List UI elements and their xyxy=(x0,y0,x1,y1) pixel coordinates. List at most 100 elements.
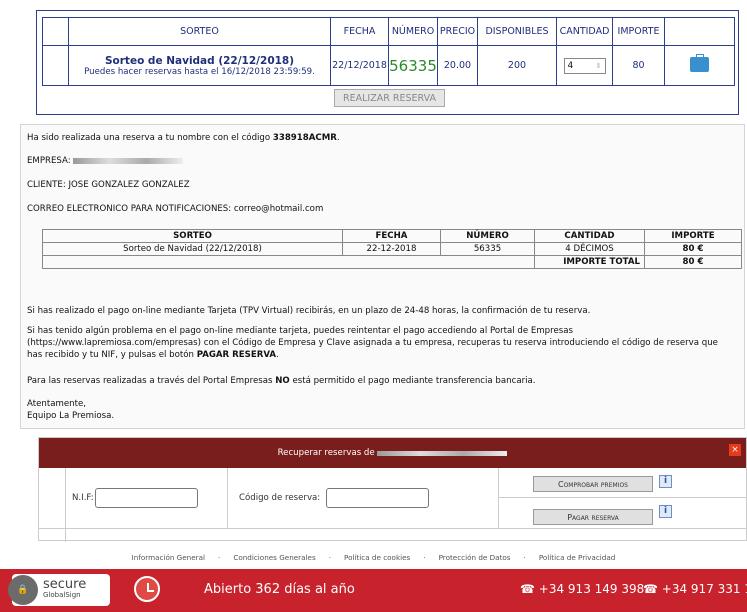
col-disponibles: DISPONIBLES xyxy=(477,17,557,46)
sign-line-2: Equipo La Premiosa. xyxy=(27,411,115,421)
phone-icon: ☎ xyxy=(643,582,658,596)
footer-link-condiciones[interactable]: Condiciones Generales xyxy=(233,553,315,562)
action-cell xyxy=(664,45,735,86)
empresa-line: EMPRESA: xyxy=(27,155,184,167)
close-icon[interactable]: × xyxy=(729,444,741,456)
cantidad-cell: 4 ⇕ xyxy=(556,45,613,86)
conf-cantidad: 4 DÉCIMOS xyxy=(534,242,645,256)
briefcase-icon[interactable] xyxy=(690,53,709,72)
sorteo-title: Sorteo de Navidad (22/12/2018) xyxy=(104,54,295,67)
confirmation-prefix: Ha sido realizada una reserva a tu nombr… xyxy=(27,133,271,143)
col-importe: IMPORTE xyxy=(612,17,665,46)
recover-panel: Recuperar reservas de × N.I.F: Código de… xyxy=(38,437,747,542)
redacted-company xyxy=(377,450,508,456)
recover-header: Recuperar reservas de × xyxy=(39,438,746,468)
conf-importe: 80 € xyxy=(644,242,742,256)
footer-link-privacidad[interactable]: Política de Privacidad xyxy=(539,553,616,562)
info-icon[interactable]: i xyxy=(659,475,672,488)
sorteo-deadline: Puedes hacer reservas hasta el 16/12/201… xyxy=(84,66,315,77)
phone-icon: ☎ xyxy=(520,582,535,596)
open-days-text: Abierto 362 días al año xyxy=(204,582,355,597)
phone-2[interactable]: ☎ +34 917 331 12 xyxy=(643,582,747,596)
secure-sub: GlobalSign xyxy=(43,591,81,599)
realizar-reserva-button[interactable]: REALIZAR RESERVA xyxy=(334,89,445,107)
pagar-reserva-bold: PAGAR RESERVA xyxy=(196,350,277,360)
pagar-reserva-button[interactable]: Pagar reserva xyxy=(533,509,653,525)
col-sorteo: SORTEO xyxy=(68,17,331,46)
lock-icon: 🔒 xyxy=(8,575,38,605)
conf-fecha: 22-12-2018 xyxy=(342,242,441,256)
conf-col-sorteo: SORTEO xyxy=(42,229,343,243)
footer-separator: · xyxy=(218,552,221,562)
divider xyxy=(498,497,747,498)
para3-bold: NO xyxy=(275,376,290,386)
info-paragraph-2a: Si has tenido algún problema en el pago … xyxy=(27,326,573,336)
conf-col-numero: NÚMERO xyxy=(440,229,535,243)
secure-text: secure xyxy=(43,577,87,592)
clock-icon xyxy=(134,576,160,602)
conf-col-cantidad: CANTIDAD xyxy=(534,229,645,243)
confirmation-row: Sorteo de Navidad (22/12/2018) 22-12-201… xyxy=(42,242,742,256)
col-numero: NÚMERO xyxy=(388,17,438,46)
divider xyxy=(227,468,228,528)
total-value: 80 € xyxy=(644,255,742,269)
col-fecha: FECHA xyxy=(330,17,389,46)
col-cantidad: CANTIDAD xyxy=(556,17,613,46)
phone-2-number: +34 917 331 12 xyxy=(661,582,747,596)
secure-badge: 🔒 secure GlobalSign xyxy=(8,574,110,606)
conf-col-fecha: FECHA xyxy=(342,229,441,243)
footer-separator: · xyxy=(423,552,426,562)
info-paragraph-1: Si has realizado el pago on-line mediant… xyxy=(27,306,591,316)
col-precio: PRECIO xyxy=(437,17,478,46)
nif-input[interactable] xyxy=(95,488,198,508)
footer-link-proteccion[interactable]: Protección de Datos xyxy=(439,553,511,562)
footer-link-cookies[interactable]: Política de cookies xyxy=(344,553,410,562)
reservation-header-row: SORTEO FECHA NÚMERO PRECIO DISPONIBLES C… xyxy=(42,17,735,46)
phone-1[interactable]: ☎ +34 913 149 398 xyxy=(520,582,644,596)
footer-links: Información General · Condiciones Genera… xyxy=(0,549,747,565)
codigo-reserva-input[interactable] xyxy=(326,488,429,508)
fecha-cell: 22/12/2018 xyxy=(330,45,389,86)
divider xyxy=(498,468,499,528)
quantity-value: 4 xyxy=(567,60,574,71)
footer-separator: · xyxy=(523,552,526,562)
redacted-empresa xyxy=(73,157,184,164)
phone-1-number: +34 913 149 398 xyxy=(538,582,645,596)
info-paragraph-3: Para las reservas realizadas a través de… xyxy=(27,375,536,387)
importe-cell: 80 xyxy=(612,45,665,86)
comprobar-premios-button[interactable]: Comprobar premios xyxy=(533,476,653,492)
info-paragraph-2c: has recibido y tu NIF, y pulsas el botón… xyxy=(27,350,279,360)
reservation-table: SORTEO FECHA NÚMERO PRECIO DISPONIBLES C… xyxy=(42,17,735,86)
total-label: IMPORTE TOTAL xyxy=(534,255,645,269)
total-spacer xyxy=(42,255,535,269)
precio-cell: 20.00 xyxy=(437,45,478,86)
footer-bar: 🔒 secure GlobalSign Abierto 362 días al … xyxy=(0,569,747,612)
quantity-stepper[interactable]: 4 ⇕ xyxy=(563,57,606,74)
sorteo-cell: Sorteo de Navidad (22/12/2018) Puedes ha… xyxy=(68,45,331,86)
secure-text-block: secure GlobalSign xyxy=(43,577,87,601)
confirmation-header-row: SORTEO FECHA NÚMERO CANTIDAD IMPORTE xyxy=(42,229,742,243)
conf-numero: 56335 xyxy=(440,242,535,256)
spacer-cell xyxy=(42,45,69,86)
para3-suffix: está permitido el pago mediante transfer… xyxy=(292,376,536,386)
col-action xyxy=(664,17,735,46)
recover-title: Recuperar reservas de xyxy=(277,448,375,458)
reservation-row: Sorteo de Navidad (22/12/2018) Puedes ha… xyxy=(42,45,735,86)
info-paragraph-2b: (https://www.lapremiosa.com/empresas) co… xyxy=(27,338,718,348)
total-row: IMPORTE TOTAL 80 € xyxy=(42,255,742,269)
numero-cell: 56335 xyxy=(388,45,438,86)
stepper-arrows-icon[interactable]: ⇕ xyxy=(596,62,602,70)
conf-sorteo: Sorteo de Navidad (22/12/2018) xyxy=(42,242,343,256)
para2c-prefix: has recibido y tu NIF, y pulsas el botón xyxy=(27,350,194,360)
confirmation-table: SORTEO FECHA NÚMERO CANTIDAD IMPORTE Sor… xyxy=(42,229,742,269)
footer-separator: · xyxy=(328,552,331,562)
footer-link-informacion[interactable]: Información General xyxy=(132,553,205,562)
disponibles-cell: 200 xyxy=(477,45,557,86)
conf-col-importe: IMPORTE xyxy=(644,229,742,243)
info-icon[interactable]: i xyxy=(659,505,672,518)
sign-line-1: Atentamente, xyxy=(27,399,86,409)
confirmation-panel: Ha sido realizada una reserva a tu nombr… xyxy=(20,124,745,429)
correo-line: CORREO ELECTRONICO PARA NOTIFICACIONES: … xyxy=(27,204,324,214)
para3-prefix: Para las reservas realizadas a través de… xyxy=(27,376,273,386)
nif-label: N.I.F: xyxy=(72,493,94,503)
